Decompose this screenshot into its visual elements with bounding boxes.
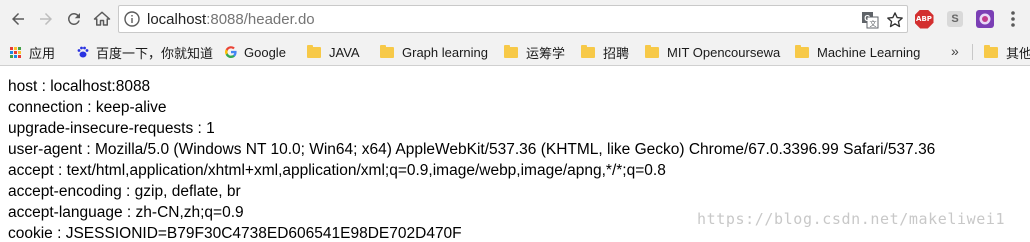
bookmark-folder-other[interactable]: 其他: [984, 43, 1030, 61]
folder-icon: [984, 44, 998, 58]
browser-toolbar: localhost:8088/header.do G 文 ABP S: [0, 0, 1030, 38]
folder-icon: [795, 44, 809, 58]
bookmark-label: MIT Opencoursewa: [667, 44, 781, 60]
url-text[interactable]: localhost:8088/header.do: [147, 11, 315, 28]
bookmark-label: Machine Learning: [817, 44, 921, 60]
header-line-user-agent: user-agent : Mozilla/5.0 (Windows NT 10.…: [8, 141, 936, 158]
bookmark-label: 百度一下，你就知道: [96, 45, 214, 61]
back-button[interactable]: [6, 7, 30, 31]
forward-button[interactable]: [34, 7, 58, 31]
bookmark-folder-machine-learning[interactable]: Machine Learning: [795, 43, 920, 61]
globe-extension-icon: [976, 10, 994, 28]
extension-globe-button[interactable]: [975, 9, 995, 29]
arrow-left-icon: [12, 13, 24, 25]
folder-icon: [380, 44, 394, 58]
url-host: localhost: [147, 11, 207, 28]
bookmark-folder-java[interactable]: JAVA: [307, 43, 360, 61]
home-icon: [93, 11, 111, 26]
folder-icon: [581, 44, 595, 58]
bookmark-folder-mit-ocw[interactable]: MIT Opencoursewa: [645, 43, 785, 61]
folder-icon: [504, 44, 518, 58]
bookmark-baidu[interactable]: 百度一下，你就知道: [76, 43, 213, 61]
address-bar[interactable]: localhost:8088/header.do G 文: [118, 5, 908, 33]
info-icon[interactable]: [124, 11, 140, 27]
arrow-right-icon: [40, 13, 52, 25]
bookmark-label: JAVA: [329, 44, 360, 60]
bookmark-label: 应用: [29, 45, 56, 61]
chrome-menu-button[interactable]: [1003, 9, 1023, 29]
header-line-connection: connection : keep-alive: [8, 99, 167, 116]
url-port-path: :8088/header.do: [206, 11, 315, 28]
adblock-plus-icon: ABP: [914, 9, 934, 29]
bookmark-folder-jobs[interactable]: 招聘: [581, 43, 629, 61]
watermark-text: https://blog.csdn.net/makeliwei1: [697, 210, 1006, 228]
bookmarks-overflow-chevron[interactable]: »: [951, 43, 959, 59]
baidu-paw-icon: [77, 46, 89, 58]
folder-icon: [645, 44, 659, 58]
bookmark-apps[interactable]: 应用: [10, 43, 55, 61]
bookmark-label: 招聘: [603, 45, 630, 61]
apps-grid-icon: [10, 46, 21, 58]
reload-button[interactable]: [62, 7, 86, 31]
bookmark-google[interactable]: Google: [224, 43, 286, 61]
folder-icon: [307, 44, 321, 58]
header-line-accept-encoding: accept-encoding : gzip, deflate, br: [8, 183, 241, 200]
header-line-host: host : localhost:8088: [8, 78, 151, 95]
home-button[interactable]: [90, 7, 114, 31]
bookmarks-bar: 应用 百度一下，你就知道 Google JAVA Graph learning …: [0, 38, 1030, 66]
bookmarks-divider: [972, 44, 973, 60]
extension-s-button[interactable]: S: [945, 9, 965, 29]
extension-s-icon: S: [947, 11, 963, 27]
bookmark-label: 运筹学: [526, 45, 566, 61]
more-vertical-icon: [1011, 11, 1015, 27]
google-g-icon: [225, 46, 237, 58]
bookmark-label: Graph learning: [402, 44, 488, 60]
bookmark-folder-operations-research[interactable]: 运筹学: [504, 43, 565, 61]
reload-icon: [67, 12, 80, 25]
svg-text:文: 文: [870, 19, 877, 28]
bookmark-star-icon[interactable]: [885, 10, 905, 30]
translate-icon[interactable]: G 文: [861, 11, 879, 29]
bookmark-label: 其他: [1006, 45, 1030, 61]
header-line-upgrade-insecure-requests: upgrade-insecure-requests : 1: [8, 120, 215, 137]
bookmark-label: Google: [244, 44, 286, 60]
bookmark-folder-graph-learning[interactable]: Graph learning: [380, 43, 488, 61]
header-line-accept: accept : text/html,application/xhtml+xml…: [8, 162, 666, 179]
adblock-plus-button[interactable]: ABP: [914, 9, 934, 29]
